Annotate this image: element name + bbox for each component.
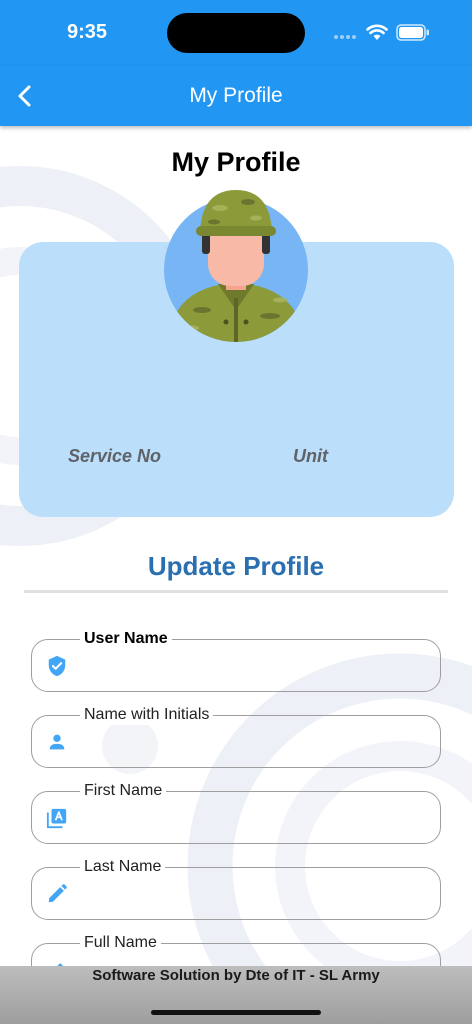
user-name-field[interactable]: User Name [31, 629, 441, 692]
first-name-field[interactable]: First Name [31, 781, 441, 844]
footer-credit: Software Solution by Dte of IT - SL Army [92, 967, 380, 984]
cellular-signal-icon [334, 35, 360, 39]
status-bar: 9:35 [0, 0, 472, 66]
user-name-label: User Name [80, 629, 172, 649]
name-with-initials-label: Name with Initials [80, 705, 214, 725]
section-divider [24, 590, 448, 593]
profile-heading: My Profile [171, 147, 301, 177]
letter-a-icon [46, 808, 67, 829]
full-name-label: Full Name [80, 933, 161, 953]
pencil-icon [48, 884, 67, 903]
soldier-avatar [164, 190, 308, 342]
person-icon [49, 734, 65, 750]
last-name-label: Last Name [80, 857, 166, 877]
service-no-label: Service No [68, 446, 162, 466]
verified-shield-icon [48, 655, 66, 677]
footer-bar: Software Solution by Dte of IT - SL Army [0, 966, 472, 1024]
unit-label: Unit [293, 446, 328, 466]
last-name-field[interactable]: Last Name [31, 857, 441, 920]
app-bar: My Profile [0, 66, 472, 126]
update-profile-heading: Update Profile [147, 551, 325, 581]
first-name-label: First Name [80, 781, 167, 801]
name-with-initials-field[interactable]: Name with Initials [31, 705, 441, 768]
status-time: 9:35 [67, 21, 108, 43]
battery-icon [396, 24, 429, 41]
dynamic-island [167, 13, 305, 53]
app-bar-title: My Profile [189, 84, 283, 107]
home-indicator[interactable] [151, 1010, 321, 1015]
wifi-icon [366, 24, 388, 40]
